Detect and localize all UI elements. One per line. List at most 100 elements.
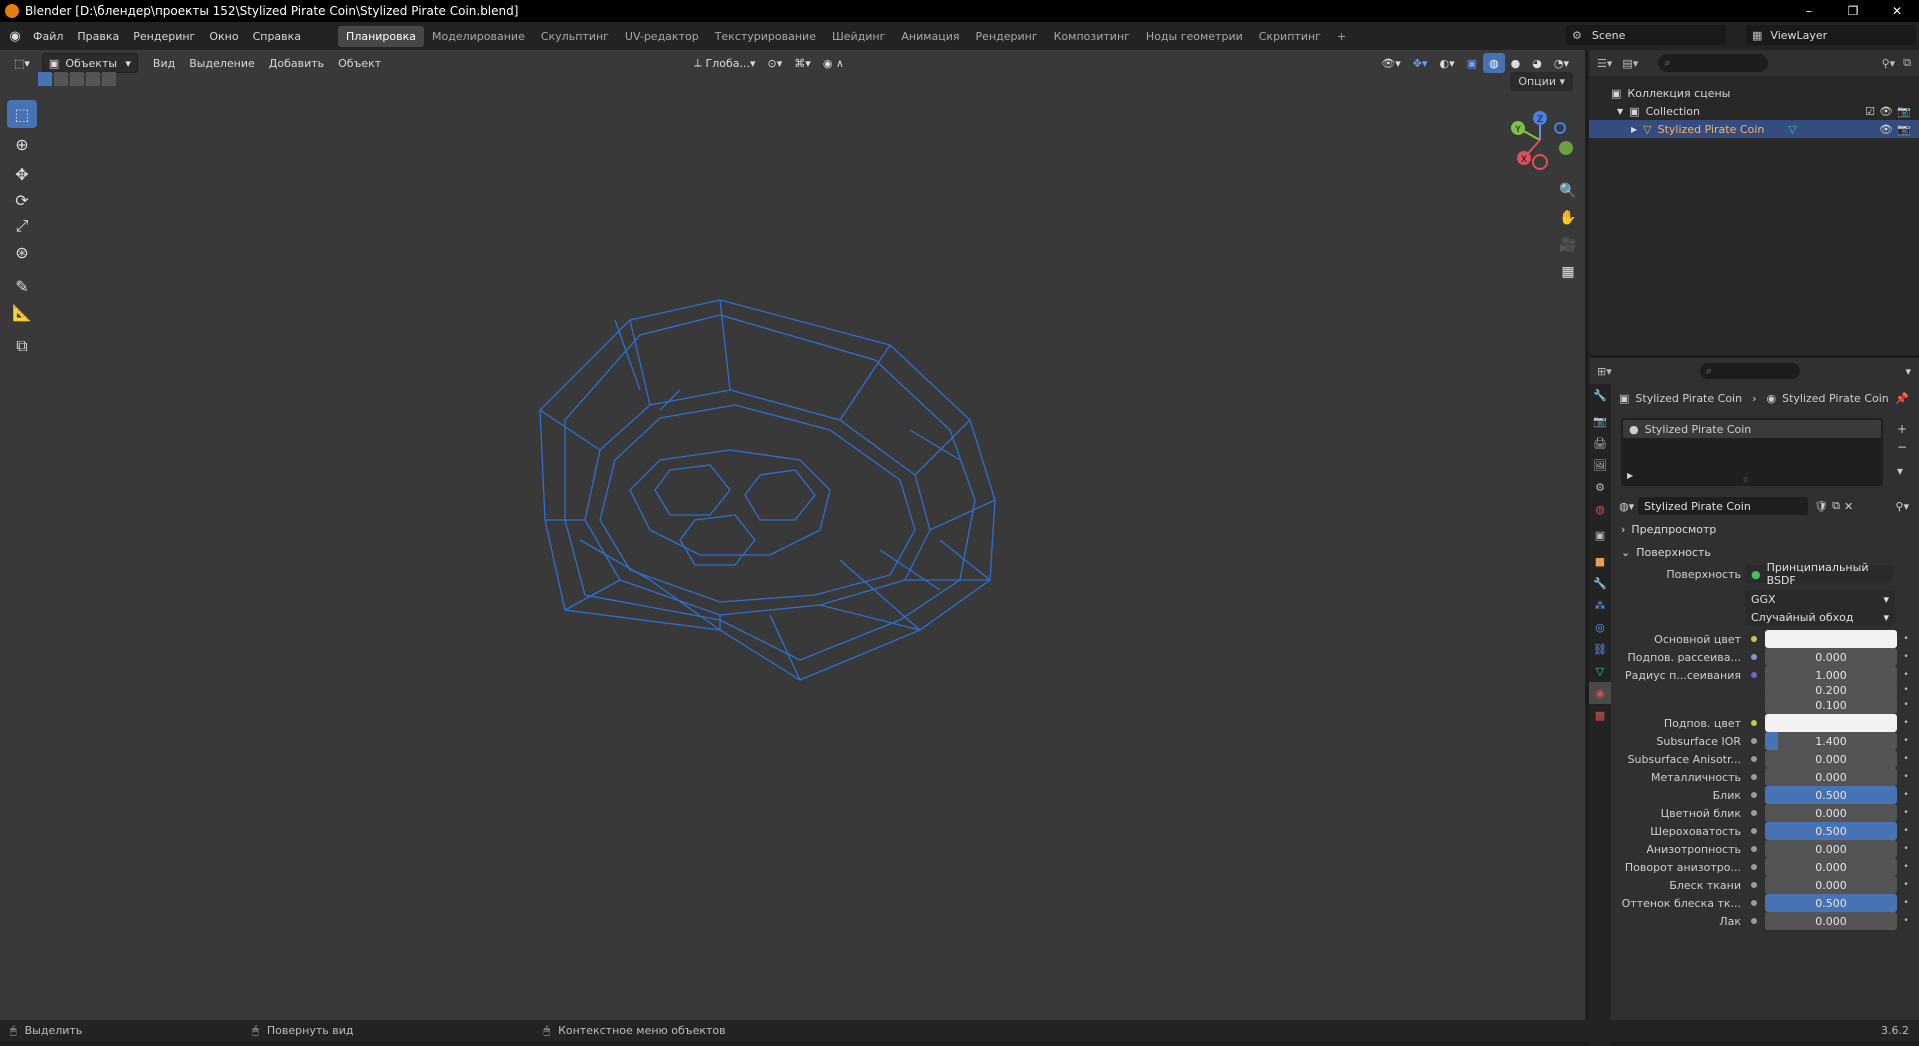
surface-shader-select[interactable]: ● Принципиальный BSDF [1745, 561, 1893, 587]
chevron-down-icon[interactable]: ▾ [1905, 365, 1911, 378]
workspace-tab[interactable]: Композитинг [1046, 26, 1138, 47]
resize-handle-icon[interactable]: ⁞⁞ [1743, 475, 1748, 484]
fake-user-icon[interactable]: 🛡 [1814, 500, 1828, 513]
menu-item[interactable]: Файл [26, 30, 70, 43]
preview-section-header[interactable]: › Предпросмотр [1611, 518, 1919, 540]
ortho-view-button[interactable]: ▦ [1555, 259, 1581, 285]
viewport-menu-item[interactable]: Объект [331, 57, 388, 70]
duplicate-icon[interactable]: ⧉ [1832, 499, 1840, 513]
pin-icon[interactable]: 📌 [1895, 392, 1909, 405]
material-shading-icon[interactable]: ◕ [1526, 53, 1548, 73]
select-subtract-icon[interactable] [70, 72, 84, 86]
xray-toggle-icon[interactable]: ▣ [1461, 53, 1483, 73]
input-socket-icon[interactable] [1749, 808, 1759, 818]
menu-item[interactable]: Справка [246, 30, 308, 43]
3d-viewport[interactable]: ⬚▾ ▣ Объекты ▾ Вид Выделение Добавить Объек… [0, 50, 1585, 1020]
menu-item[interactable]: Рендеринг [126, 30, 202, 43]
expand-arrow-icon[interactable]: ▶ [1631, 125, 1637, 134]
output-tab[interactable]: 🖨 [1589, 432, 1611, 454]
keyframe-dot-icon[interactable]: • [1897, 880, 1915, 890]
snap-icon[interactable]: ⌘▾ [788, 53, 817, 73]
eye-icon[interactable]: 👁 [1879, 105, 1893, 118]
particles-tab[interactable]: ⁂ [1589, 594, 1611, 616]
unlink-icon[interactable]: ✕ [1844, 500, 1853, 513]
workspace-tab[interactable]: Моделирование [424, 26, 533, 47]
tool-tab[interactable]: 🔧 [1589, 384, 1611, 406]
render-tab[interactable]: 📷 [1589, 410, 1611, 432]
gizmo-neg-z-axis[interactable] [1554, 122, 1566, 134]
world-tab[interactable]: ◍ [1589, 498, 1611, 520]
filter-icon[interactable]: ⚲▾ [1895, 500, 1909, 513]
object-row-stylized-pirate-coin[interactable]: ▶ ▽ Stylized Pirate Coin ▽ 👁 📷 [1589, 120, 1919, 138]
select-extend-icon[interactable] [54, 72, 68, 86]
keyframe-dot-icon[interactable]: • [1897, 772, 1915, 782]
select-new-icon[interactable] [38, 72, 52, 86]
surface-section-header[interactable]: ⌄ Поверхность [1611, 541, 1919, 563]
scene-collection-row[interactable]: ▣ Коллекция сцены [1589, 84, 1919, 102]
input-socket-icon[interactable] [1749, 718, 1759, 728]
mesh-data-icon[interactable]: ▽ [1788, 123, 1796, 136]
workspace-tab[interactable]: Скульптинг [533, 26, 617, 47]
viewport-menu-item[interactable]: Вид [146, 57, 182, 70]
workspace-tab[interactable]: Ноды геометрии [1138, 26, 1251, 47]
visibility-icon[interactable]: 👁▾ [1375, 53, 1407, 73]
keyframe-dot-icon[interactable]: • [1897, 718, 1915, 728]
blender-menu-icon[interactable]: ◉ [4, 29, 26, 44]
keyframe-dot-icon[interactable]: • [1897, 826, 1915, 836]
material-slot-item[interactable]: ● Stylized Pirate Coin [1623, 420, 1881, 438]
material-browse-icon[interactable]: ◍▾ [1619, 500, 1634, 513]
input-socket-icon[interactable] [1749, 736, 1759, 746]
physics-tab[interactable]: ◎ [1589, 616, 1611, 638]
gizmo-toggle-icon[interactable]: ✥▾ [1407, 53, 1434, 73]
close-button[interactable]: ✕ [1875, 0, 1919, 22]
render-camera-icon[interactable]: 📷 [1897, 105, 1911, 118]
gizmo-neg-y-axis[interactable] [1559, 141, 1573, 155]
minimize-button[interactable]: – [1787, 0, 1831, 22]
expand-arrow-icon[interactable]: ▼ [1617, 107, 1623, 116]
workspace-tab[interactable]: Рендеринг [968, 26, 1046, 47]
viewport-menu-item[interactable]: Добавить [262, 57, 331, 70]
render-camera-icon[interactable]: 📷 [1897, 123, 1911, 136]
keyframe-dot-icon[interactable]: • [1897, 736, 1915, 746]
data-tab[interactable]: ▽ [1589, 660, 1611, 682]
filter-icon[interactable]: ⚲▾ [1882, 57, 1896, 70]
gizmo-neg-x-axis[interactable] [1532, 154, 1548, 170]
eye-icon[interactable]: 👁 [1879, 123, 1893, 136]
select-invert-icon[interactable] [86, 72, 100, 86]
keyframe-dot-icon[interactable]: • [1897, 898, 1915, 908]
measure-tool[interactable]: 📐 [7, 298, 37, 326]
input-socket-icon[interactable] [1749, 898, 1759, 908]
input-socket-icon[interactable] [1749, 772, 1759, 782]
keyframe-dot-icon[interactable]: • [1897, 808, 1915, 818]
scale-tool[interactable]: ⤢ [7, 212, 37, 240]
workspace-tab[interactable]: Скриптинг [1251, 26, 1329, 47]
keyframe-dot-icon[interactable]: • [1897, 916, 1915, 926]
collection-tab[interactable]: ▣ [1589, 524, 1611, 546]
object-tab[interactable]: ■ [1589, 550, 1611, 572]
mode-select[interactable]: ▣ Объекты ▾ [41, 53, 138, 73]
workspace-tab[interactable]: Текстурирование [707, 26, 824, 47]
keyframe-dot-icon[interactable]: • [1897, 844, 1915, 854]
keyframe-dot-icon[interactable]: • [1897, 790, 1915, 800]
properties-editor-type-icon[interactable]: ⊞▾ [1597, 365, 1612, 378]
workspace-tab[interactable]: Шейдинг [824, 26, 893, 47]
zoom-view-button[interactable]: 🔍 [1555, 178, 1581, 204]
pan-view-button[interactable]: ✋ [1555, 205, 1581, 231]
keyframe-dot-icon[interactable]: • [1897, 700, 1915, 710]
exclude-checkbox[interactable]: ☑ [1865, 105, 1875, 118]
keyframe-dot-icon[interactable]: • [1897, 862, 1915, 872]
cursor-tool[interactable]: ⊕ [7, 130, 37, 158]
texture-tab[interactable]: ▩ [1589, 704, 1611, 726]
add-slot-button[interactable]: + [1897, 420, 1907, 438]
scene-tab[interactable]: ⚙ [1589, 476, 1611, 498]
display-mode-icon[interactable]: ▤▾ [1622, 57, 1638, 70]
rendered-shading-icon[interactable]: ◔▾ [1548, 53, 1575, 73]
properties-search-field[interactable]: ⌕ [1699, 363, 1800, 379]
select-intersect-icon[interactable] [102, 72, 116, 86]
annotate-tool[interactable]: ✎ [7, 272, 37, 300]
add-workspace-button[interactable]: + [1329, 26, 1354, 47]
viewport-menu-item[interactable]: Выделение [182, 57, 262, 70]
transform-tool[interactable]: ⊛ [7, 238, 37, 266]
input-socket-icon[interactable] [1749, 652, 1759, 662]
input-socket-icon[interactable] [1749, 916, 1759, 926]
